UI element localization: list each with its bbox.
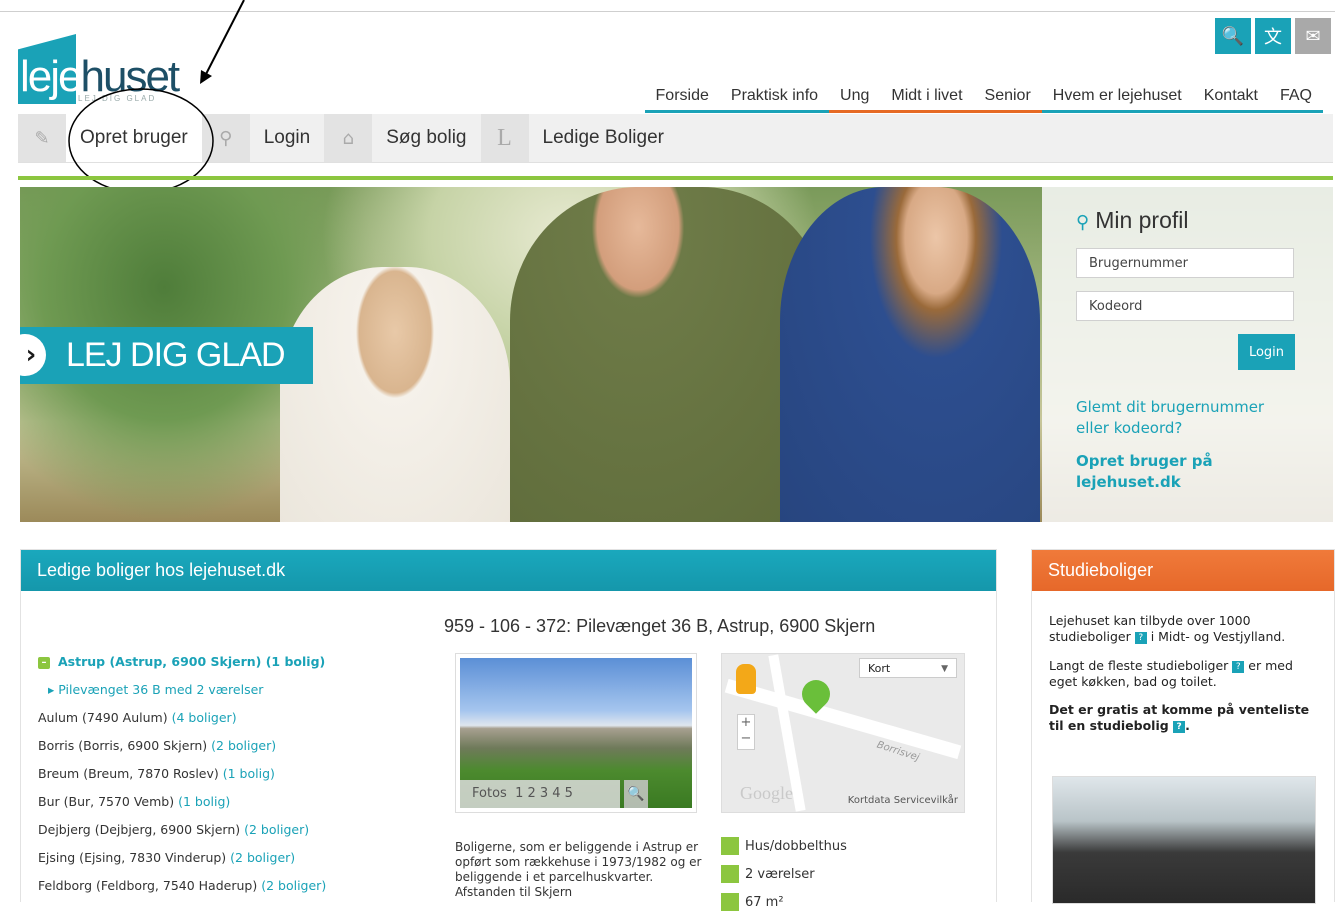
area-icon	[721, 893, 739, 911]
search-icon[interactable]: 🔍	[1215, 18, 1251, 54]
hero-person-woman-right	[780, 187, 1040, 522]
photo-pager[interactable]: Fotos 1 2 3 4 5	[460, 780, 620, 808]
house-icon	[721, 837, 739, 855]
town-item-astrup[interactable]: – Astrup (Astrup, 6900 Skjern) (1 bolig)	[38, 648, 326, 676]
login-title: ⚲ Min profil	[1076, 207, 1189, 233]
listings-panel: Ledige boliger hos lejehuset.dk – Astrup …	[20, 549, 997, 911]
property-photo[interactable]: Fotos 1 2 3 4 5 🔍	[455, 653, 697, 813]
nav-midt-i-livet[interactable]: Midt i livet	[880, 86, 974, 113]
ledige-boliger-button[interactable]: Ledige Boliger	[529, 114, 678, 162]
key-icon: ⚲	[1076, 212, 1090, 232]
zoom-icon[interactable]: 🔍	[624, 780, 648, 808]
main-navigation: Forside Praktisk info Ung Midt i livet S…	[644, 86, 1323, 113]
create-account-link[interactable]: Opret bruger på lejehuset.dk	[1076, 451, 1286, 493]
hero-person-woman-left	[280, 267, 510, 522]
map-road	[724, 678, 962, 760]
nav-ung[interactable]: Ung	[829, 86, 881, 113]
help-icon[interactable]: ?	[1232, 660, 1245, 673]
fact-area: 67 m²	[721, 893, 847, 921]
mail-icon[interactable]: ✉	[1295, 18, 1331, 54]
nav-hvem-er-lejehuset[interactable]: Hvem er lejehuset	[1041, 86, 1193, 113]
login-button[interactable]: Login	[250, 114, 325, 162]
translate-icon[interactable]: 文	[1255, 18, 1291, 54]
hero-tagline-banner[interactable]: › LEJ DIG GLAD	[20, 327, 313, 384]
property-title: 959 - 106 - 372: Pilevænget 36 B, Astrup…	[444, 616, 876, 636]
list-item[interactable]: Ejsing (Ejsing, 7830 Vinderup) (2 bolige…	[38, 844, 326, 872]
fact-rooms: 2 værelser	[721, 865, 847, 893]
fact-type: Hus/dobbelthus	[721, 837, 847, 865]
login-panel: ⚲Min profil Login Glemt dit brugernummer…	[1042, 187, 1333, 522]
studieboliger-panel: Studieboliger Lejehuset kan tilbyde over…	[1031, 549, 1335, 904]
google-logo: Google	[740, 783, 793, 803]
collapse-icon[interactable]: –	[38, 656, 50, 669]
property-description: Boligerne, som er beliggende i Astrup er…	[455, 840, 702, 899]
list-item[interactable]: Breum (Breum, 7870 Roslev) (1 bolig)	[38, 760, 326, 788]
list-item[interactable]: Dejbjerg (Dejbjerg, 6900 Skjern) (2 boli…	[38, 816, 326, 844]
students-photo	[1052, 776, 1316, 904]
chevron-right-icon[interactable]: ›	[20, 334, 46, 376]
property-link[interactable]: ▸ Pilevænget 36 B med 2 værelser	[38, 676, 326, 704]
list-item[interactable]: Feldborg (Feldborg, 7540 Haderup) (2 bol…	[38, 872, 326, 900]
nav-senior[interactable]: Senior	[973, 86, 1042, 113]
studie-text-1: Lejehuset kan tilbyde over 1000 studiebo…	[1049, 613, 1286, 644]
password-input[interactable]	[1076, 291, 1294, 321]
letter-l-icon: L	[480, 114, 529, 162]
nav-kontakt[interactable]: Kontakt	[1192, 86, 1269, 113]
map-footer[interactable]: Kortdata Servicevilkår	[848, 795, 958, 806]
map-type-select[interactable]: Kort ▼	[859, 658, 957, 678]
property-map[interactable]: Kort ▼ + − Borrisvej Google Kortdata Servi…	[721, 653, 965, 813]
nav-praktisk-info[interactable]: Praktisk info	[719, 86, 830, 113]
listings-header: Ledige boliger hos lejehuset.dk	[21, 550, 996, 591]
soeg-bolig-button[interactable]: Søg bolig	[372, 114, 480, 162]
forgot-credentials-link[interactable]: Glemt dit brugernummer eller kodeord?	[1076, 397, 1286, 439]
accent-divider	[18, 176, 1333, 180]
username-input[interactable]	[1076, 248, 1294, 278]
map-zoom-control[interactable]: + −	[737, 714, 755, 750]
rooms-icon	[721, 865, 739, 883]
studie-text-2: Langt de fleste studieboliger ? er med e…	[1049, 658, 1293, 689]
list-item[interactable]: Aulum (7490 Aulum) (4 boliger)	[38, 704, 326, 732]
hero-tagline: LEJ DIG GLAD	[66, 336, 286, 374]
pegman-icon[interactable]	[736, 664, 756, 694]
list-item[interactable]: Borris (Borris, 6900 Skjern) (2 boliger)	[38, 732, 326, 760]
help-icon[interactable]: ?	[1173, 720, 1186, 733]
top-icon-bar: 🔍 文 ✉	[1215, 18, 1331, 54]
nav-faq[interactable]: FAQ	[1268, 86, 1323, 113]
studie-text-3: Det er gratis at komme på venteliste til…	[1049, 702, 1310, 733]
home-icon: ⌂	[324, 114, 373, 162]
studieboliger-header: Studieboliger	[1032, 550, 1334, 591]
nav-forside[interactable]: Forside	[644, 86, 720, 113]
property-facts: Hus/dobbelthus 2 værelser 67 m²	[721, 837, 847, 921]
help-icon[interactable]: ?	[1134, 631, 1147, 644]
list-item[interactable]: Bur (Bur, 7570 Vemb) (1 bolig)	[38, 788, 326, 816]
edit-icon: ✎	[18, 114, 66, 162]
town-list: – Astrup (Astrup, 6900 Skjern) (1 bolig) …	[38, 648, 326, 900]
login-submit-button[interactable]: Login	[1238, 334, 1295, 370]
